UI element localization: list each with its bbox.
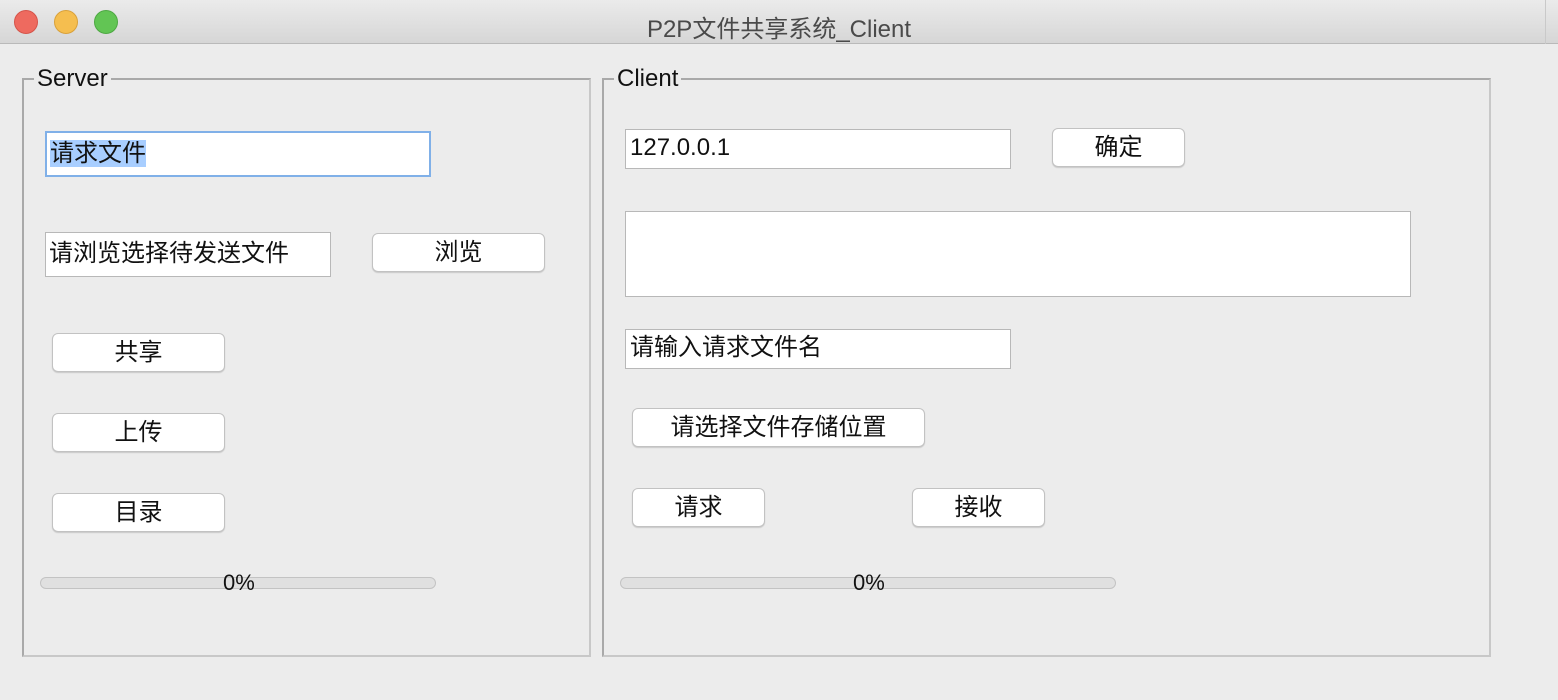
server-ip-input[interactable]: 127.0.0.1 xyxy=(625,129,1011,169)
request-filename-input[interactable]: 请输入请求文件名 xyxy=(625,329,1011,369)
browse-button[interactable]: 浏览 xyxy=(372,233,545,272)
request-file-input[interactable]: 请求文件 xyxy=(45,131,431,177)
window-title: P2P文件共享系统_Client xyxy=(646,16,912,43)
selected-text: 请求文件 xyxy=(50,140,146,167)
server-progress-label: 0% xyxy=(223,570,255,595)
browse-file-field[interactable]: 请浏览选择待发送文件 xyxy=(45,232,331,277)
client-legend: Client xyxy=(614,66,682,92)
server-legend: Server xyxy=(34,66,111,92)
directory-button[interactable]: 目录 xyxy=(52,493,225,532)
title-bar: P2P文件共享系统_Client xyxy=(0,0,1558,44)
choose-location-button[interactable]: 请选择文件存储位置 xyxy=(632,408,925,447)
receive-button[interactable]: 接收 xyxy=(912,488,1045,527)
client-output-area[interactable] xyxy=(625,211,1411,297)
upload-button[interactable]: 上传 xyxy=(52,413,225,452)
request-button[interactable]: 请求 xyxy=(632,488,765,527)
confirm-button[interactable]: 确定 xyxy=(1052,128,1185,167)
share-button[interactable]: 共享 xyxy=(52,333,225,372)
window-edge xyxy=(1545,0,1546,44)
client-progress-label: 0% xyxy=(853,570,885,595)
